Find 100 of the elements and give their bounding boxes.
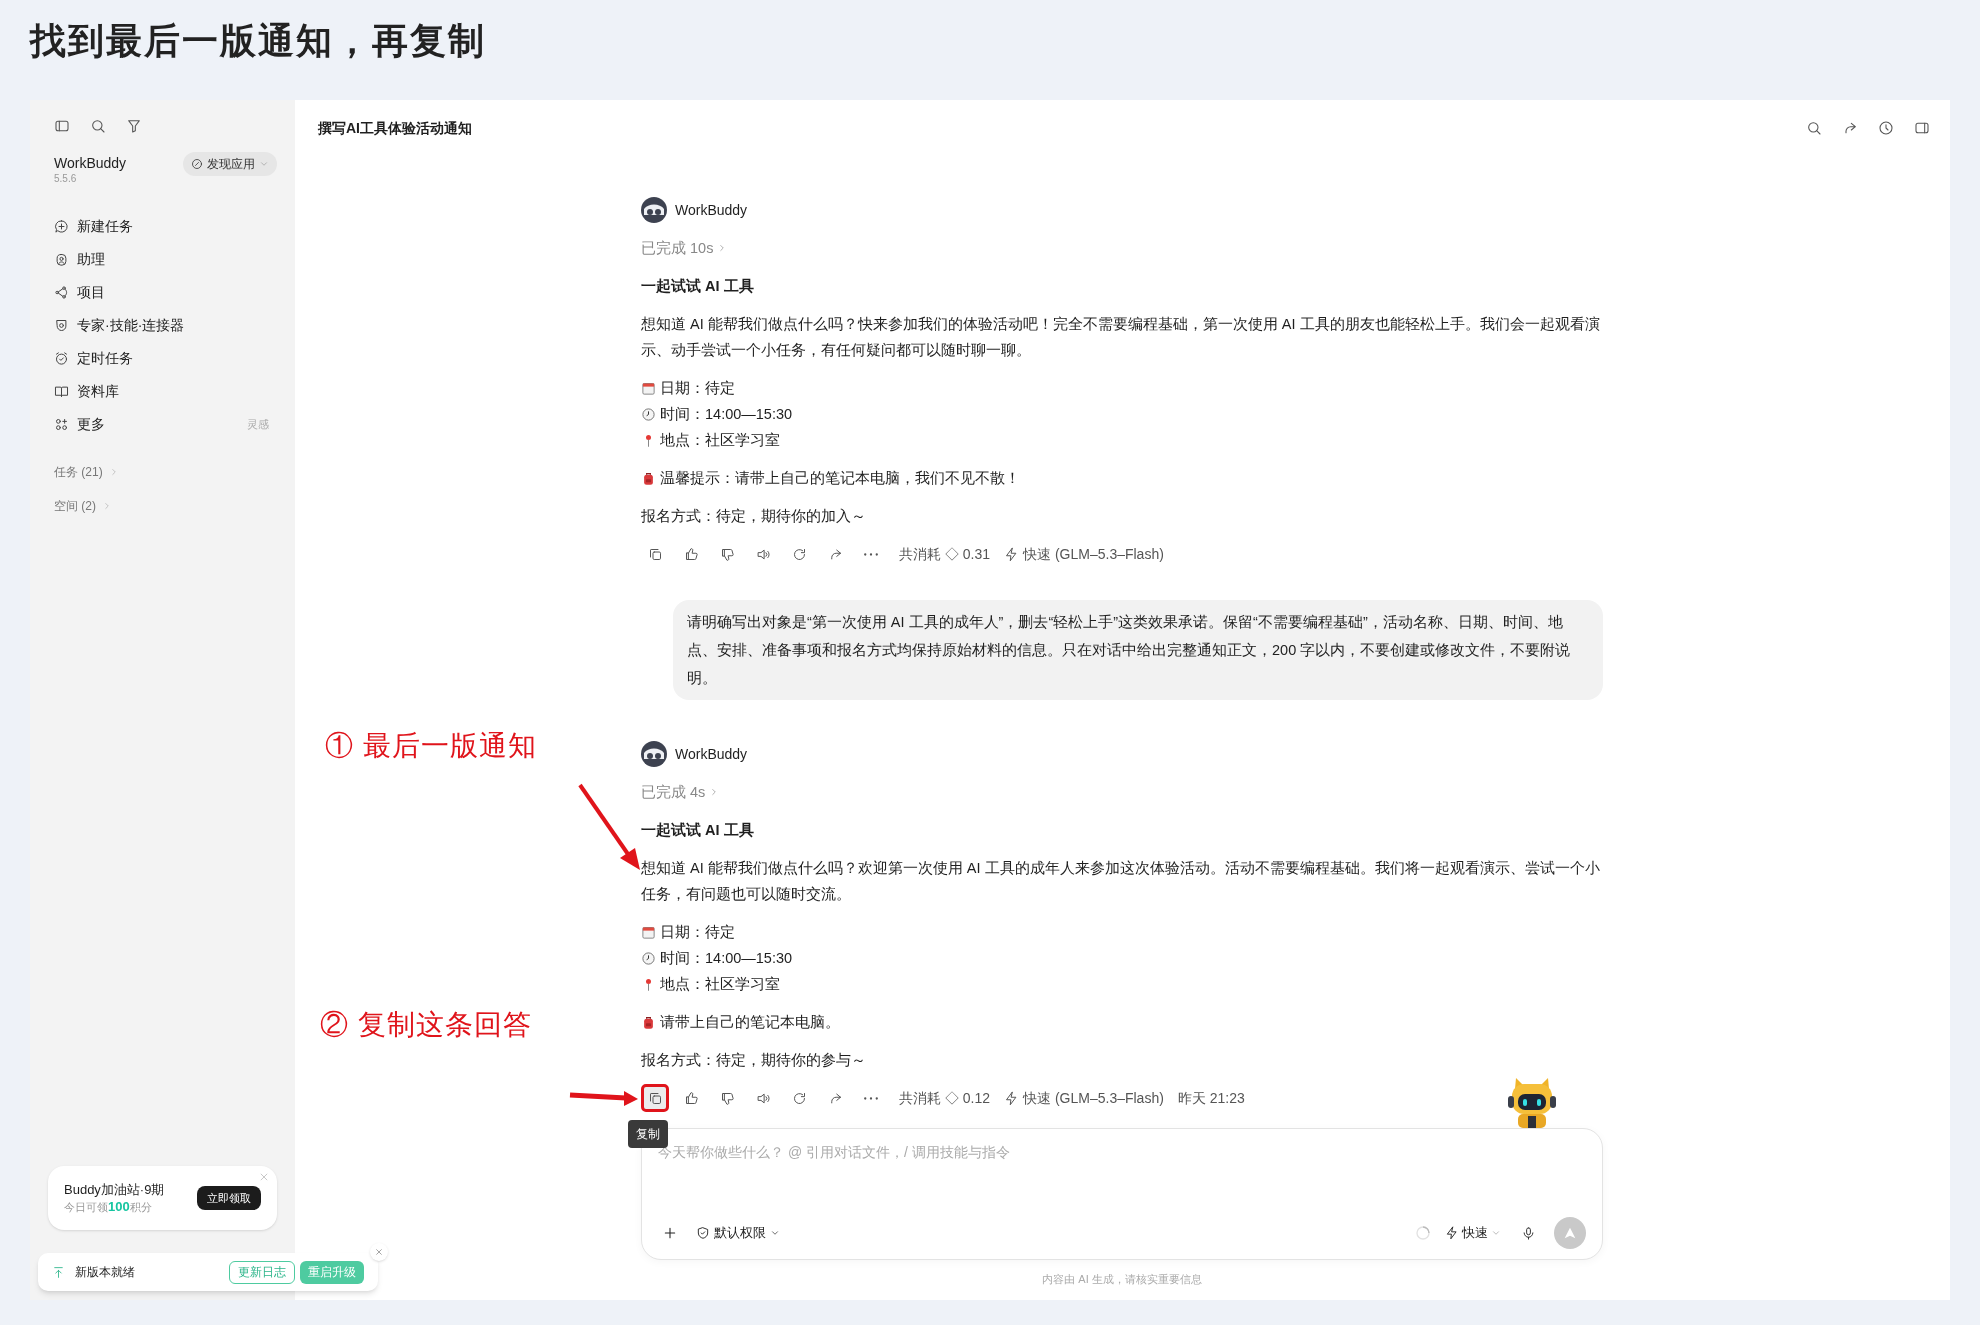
alarm-check-icon — [54, 351, 69, 366]
assistant-name: WorkBuddy — [675, 745, 748, 764]
close-icon — [375, 1248, 383, 1256]
status-toggle[interactable]: 已完成 10s — [641, 235, 728, 261]
tooltip: 复制 — [628, 1120, 668, 1148]
disclaimer-text: 内容由 AI 生成，请核实重要信息 — [1041, 1272, 1203, 1287]
copy-icon — [647, 546, 663, 562]
book-icon — [54, 384, 69, 399]
app-name: WorkBuddy — [54, 154, 127, 172]
nav-item[interactable]: 资料库 — [48, 375, 277, 408]
assistant-name: WorkBuddy — [675, 201, 748, 220]
chevron-down-icon — [259, 159, 269, 169]
update-label: 新版本就绪 — [75, 1264, 136, 1281]
clock-icon — [1878, 120, 1894, 136]
nav-item[interactable]: 更多 灵感 — [48, 408, 277, 441]
panel-icon — [1914, 120, 1930, 136]
microphone-button[interactable] — [1521, 1225, 1536, 1241]
calendar-icon — [641, 380, 656, 396]
ellipsis-icon — [864, 552, 878, 556]
thumbs-up-icon — [683, 1090, 699, 1106]
cost-label: 共消耗 ◇ 0.31 — [899, 545, 991, 564]
nav-item[interactable]: 新建任务 — [48, 210, 277, 243]
annotation-arrow — [569, 1091, 638, 1106]
magnifier-icon — [1806, 120, 1822, 136]
lightning-icon — [1445, 1226, 1459, 1240]
message-paragraph: 想知道 AI 能帮我们做点什么吗？欢迎第一次使用 AI 工具的成年人来参加这次体验活动。活动不需要编程基础。我们将一起观看演示、尝试一个小任务，有问题也可以随时交流。 — [641, 859, 1601, 904]
badge-icon — [54, 318, 69, 333]
clock-icon — [641, 406, 656, 422]
model-label: 快速 (GLM–5.3–Flash) — [1023, 1089, 1164, 1108]
section-toggle[interactable]: 空间 (2) — [48, 489, 277, 523]
nav-item[interactable]: 项目 — [48, 276, 277, 309]
copy-icon — [647, 1090, 663, 1106]
thumbs-up-icon — [683, 546, 699, 562]
avatar-icon — [641, 197, 667, 223]
user-message: 请明确写出对象是“第一次使用 AI 工具的成年人”，删去“轻松上手”这类效果承诺。保留“不需要编程基础”，活动名称、日期、时间、地点、安排、准备事项和报名方式均保持原始材料的信息。只在对话中给出完整通知正文，200 字以内，不要创建或修改文件，不要附说明。 — [673, 600, 1603, 700]
annotation-label: ② 复制这条回答 — [320, 1008, 532, 1042]
detail-line: 日期：待定 — [660, 379, 735, 398]
model-label: 快速 (GLM–5.3–Flash) — [1023, 545, 1164, 564]
close-icon — [259, 1172, 269, 1182]
page-title: 找到最后一版通知，再复制 — [30, 19, 486, 63]
chevron-down-icon — [770, 1228, 780, 1238]
tip-text: 请带上自己的笔记本电脑。 — [660, 1013, 840, 1032]
plus-icon — [662, 1225, 678, 1241]
thumbs-down-icon — [719, 1090, 735, 1106]
sidebar-toggle-icon[interactable] — [54, 118, 70, 134]
filter-icon[interactable] — [126, 118, 142, 134]
grid-shapes-icon — [54, 417, 69, 432]
curved-arrow-icon — [1842, 120, 1858, 136]
discover-apps-button[interactable]: 发现应用 — [183, 152, 277, 176]
promo-subtitle: 今日可领100积分 — [64, 1199, 153, 1215]
calendar-icon — [641, 924, 656, 940]
permission-dropdown[interactable]: 默认权限 — [696, 1220, 780, 1246]
search-icon[interactable] — [90, 118, 106, 134]
section-toggle[interactable]: 任务 (21) — [48, 455, 277, 489]
cost-label: 共消耗 ◇ 0.12 — [899, 1089, 991, 1108]
magnifier-icon — [90, 118, 106, 134]
search-icon[interactable] — [1806, 120, 1822, 136]
funnel-icon — [126, 118, 142, 134]
ellipsis-icon — [864, 1096, 878, 1100]
loading-spinner-icon — [1415, 1225, 1431, 1241]
panel-toggle-icon[interactable] — [1914, 120, 1930, 136]
message-heading: 一起试试 AI 工具 — [641, 277, 755, 296]
version-label: 5.5.6 — [54, 172, 78, 186]
history-icon[interactable] — [1878, 120, 1894, 136]
thumbs-down-icon — [719, 546, 735, 562]
mode-dropdown[interactable]: 快速 — [1445, 1220, 1501, 1246]
shield-check-icon — [696, 1226, 710, 1240]
share-icon[interactable] — [1842, 120, 1858, 136]
signup-text: 报名方式：待定，期待你的参与～ — [641, 1051, 867, 1070]
tip-text: 温馨提示：请带上自己的笔记本电脑，我们不见不散！ — [660, 469, 1020, 488]
refresh-icon — [791, 546, 807, 562]
nav-item[interactable]: 专家·技能·连接器 — [48, 309, 277, 342]
timestamp: 昨天 21:23 — [1177, 1089, 1245, 1108]
claim-button[interactable]: 立即领取 — [197, 1186, 261, 1210]
annotation-label: ① 最后一版通知 — [325, 729, 537, 763]
backpack-icon — [641, 1014, 656, 1030]
detail-line: 地点：社区学习室 — [660, 431, 780, 450]
promo-title: Buddy加油站·9期 — [64, 1181, 165, 1199]
clock-icon — [641, 950, 656, 966]
signup-text: 报名方式：待定，期待你的加入～ — [641, 507, 867, 526]
nav-item[interactable]: 助理 — [48, 243, 277, 276]
status-toggle[interactable]: 已完成 4s — [641, 779, 720, 805]
nav-item[interactable]: 定时任务 — [48, 342, 277, 375]
detail-line: 时间：14:00—15:30 — [660, 949, 793, 968]
detail-line: 地点：社区学习室 — [660, 975, 780, 994]
microphone-icon — [1521, 1225, 1536, 1241]
refresh-icon — [791, 1090, 807, 1106]
chevron-right-icon — [102, 501, 112, 511]
message-paragraph: 想知道 AI 能帮我们做点什么吗？快来参加我们的体验活动吧！完全不需要编程基础，第一次使用 AI 工具的朋友也能轻松上手。我们会一起观看演示、动手尝试一个小任务，有任何疑问都可以随时聊一聊。 — [641, 315, 1601, 360]
detail-line: 日期：待定 — [660, 923, 735, 942]
backpack-icon — [641, 470, 656, 486]
panel-icon — [54, 118, 70, 134]
detail-line: 时间：14:00—15:30 — [660, 405, 793, 424]
avatar-icon — [641, 741, 667, 767]
message-heading: 一起试试 AI 工具 — [641, 821, 755, 840]
upload-arrow-icon — [52, 1265, 65, 1279]
copy-button[interactable] — [641, 1084, 669, 1112]
nodes-icon — [54, 285, 69, 300]
chevron-down-icon — [1491, 1228, 1501, 1238]
chat-plus-icon — [54, 219, 69, 234]
